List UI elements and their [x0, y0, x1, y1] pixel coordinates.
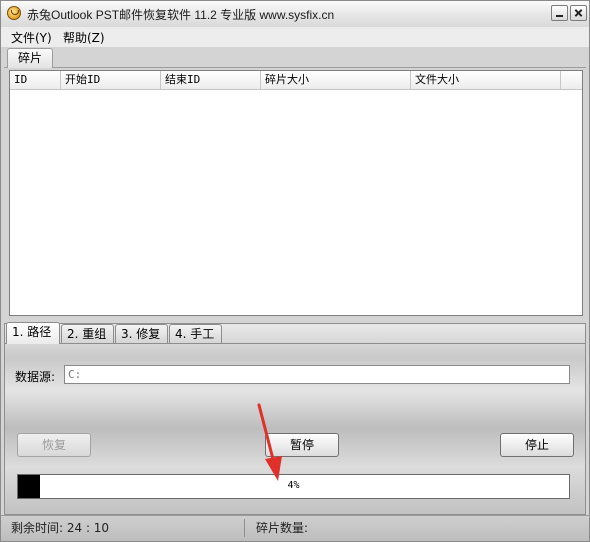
fragment-list[interactable]: ID 开始ID 结束ID 碎片大小 文件大小 [9, 70, 583, 316]
remaining-time: 剩余时间: 24 : 10 [11, 521, 110, 535]
status-bar: 剩余时间: 24 : 10 碎片数量: [1, 515, 589, 541]
menu-bar: 文件(Y) 帮助(Z) [1, 27, 589, 47]
data-source-input[interactable] [64, 365, 570, 384]
column-header-start-id[interactable]: 开始ID [61, 71, 161, 89]
tab-fragments[interactable]: 碎片 [7, 48, 53, 68]
column-header-file-size[interactable]: 文件大小 [411, 71, 561, 89]
menu-help[interactable]: 帮助(Z) [63, 29, 105, 46]
fragment-count: 碎片数量: [256, 521, 309, 535]
list-header: ID 开始ID 结束ID 碎片大小 文件大小 [10, 71, 582, 90]
main-window: 赤兔Outlook PST邮件恢复软件 11.2 专业版 www.sysfix.… [0, 0, 590, 542]
title-bar[interactable]: 赤兔Outlook PST邮件恢复软件 11.2 专业版 www.sysfix.… [1, 1, 589, 28]
progress-label: 4% [287, 480, 300, 491]
step-tab-divider [4, 343, 586, 344]
stop-button[interactable]: 停止 [500, 433, 574, 457]
window-title: 赤兔Outlook PST邮件恢复软件 11.2 专业版 www.sysfix.… [27, 8, 335, 22]
close-icon[interactable] [570, 5, 587, 21]
app-icon [7, 6, 21, 20]
tab-reassemble[interactable]: 2. 重组 [61, 324, 114, 343]
recover-button[interactable]: 恢复 [17, 433, 91, 457]
tab-path[interactable]: 1. 路径 [6, 322, 60, 344]
menu-file[interactable]: 文件(Y) [11, 29, 52, 46]
column-header-id[interactable]: ID [10, 71, 61, 89]
data-source-label: 数据源: [15, 370, 56, 384]
column-header-end-id[interactable]: 结束ID [161, 71, 261, 89]
pause-button[interactable]: 暂停 [265, 433, 339, 457]
status-separator [244, 519, 245, 537]
progress-bar: 4% [17, 474, 570, 499]
tab-repair[interactable]: 3. 修复 [115, 324, 168, 343]
tab-divider [4, 67, 586, 68]
column-header-fragment-size[interactable]: 碎片大小 [261, 71, 411, 89]
tab-manual[interactable]: 4. 手工 [169, 324, 222, 343]
minimize-icon[interactable] [551, 5, 568, 21]
